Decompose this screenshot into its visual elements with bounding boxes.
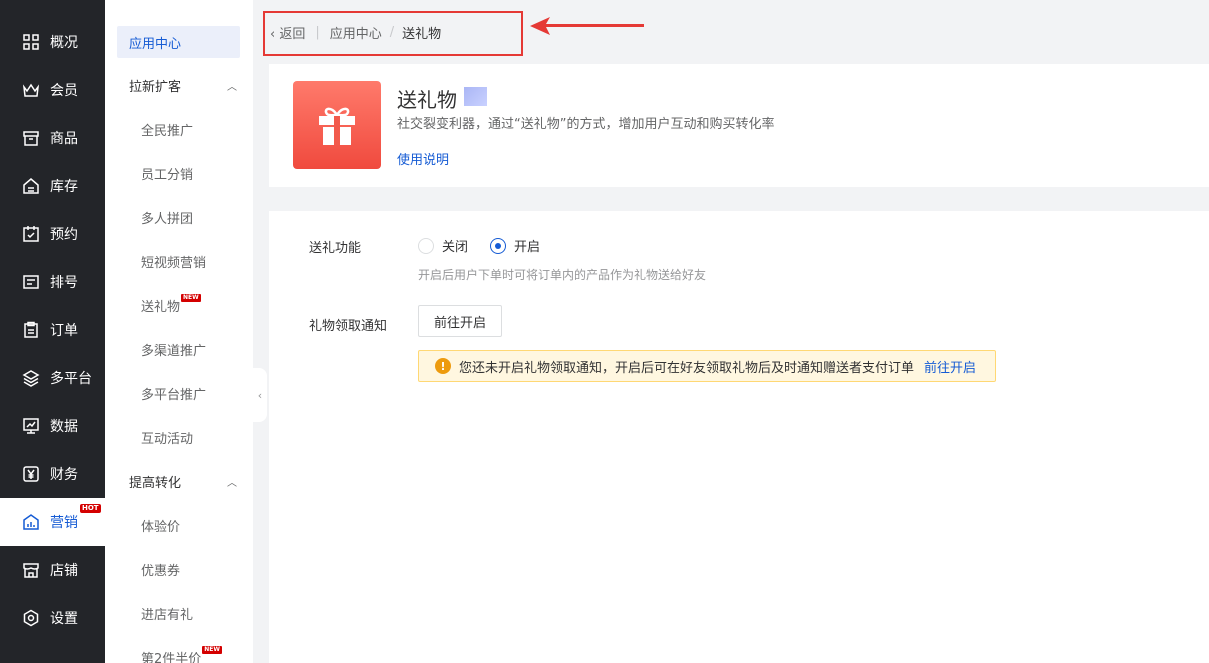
warehouse-icon [22, 177, 40, 195]
nav2-item[interactable]: 多平台推广 [141, 383, 206, 403]
annotation-arrow [530, 17, 644, 35]
nav2-item[interactable]: 互动活动 [141, 427, 193, 447]
notice-enable-link[interactable]: 前往开启 [924, 357, 976, 376]
radio-on[interactable]: 开启 [490, 236, 540, 255]
annotation-highlight-box [263, 11, 523, 56]
usage-guide-link[interactable]: 使用说明 [397, 149, 449, 168]
nav-label: 概况 [50, 35, 78, 51]
data-chart-icon [22, 417, 40, 435]
notice-text: 您还未开启礼物领取通知，开启后可在好友领取礼物后及时通知赠送者支付订单 [459, 360, 915, 376]
nav-data[interactable]: 数据 [0, 402, 105, 450]
nav2-group-acquisition[interactable]: 拉新扩客 ︿ [129, 75, 241, 95]
calendar-check-icon [22, 225, 40, 243]
nav-booking[interactable]: 预约 [0, 210, 105, 258]
new-badge: NEW [202, 646, 223, 654]
nav-label: 数据 [50, 419, 78, 435]
nav2-item[interactable]: 体验价 [141, 515, 180, 535]
nav2-item-label: 第2件半价 [141, 651, 202, 663]
app-description: 社交裂变利器，通过“送礼物”的方式，增加用户互动和购买转化率 [397, 117, 775, 132]
nav2-item[interactable]: 多渠道推广 [141, 339, 206, 359]
radio-on-label: 开启 [514, 240, 541, 255]
collapse-sidebar-button[interactable]: ‹ [253, 368, 267, 422]
nav2-item[interactable]: 短视频营销 [141, 251, 206, 271]
nav-label: 设置 [50, 611, 78, 627]
yen-icon [22, 465, 40, 483]
gift-function-label: 送礼功能 [309, 241, 362, 256]
nav-queue[interactable]: 排号 [0, 258, 105, 306]
nav2-item-label: 送礼物 [141, 299, 181, 315]
notify-label: 礼物领取通知 [309, 319, 388, 334]
storefront-icon [22, 561, 40, 579]
layers-icon [22, 369, 40, 387]
nav-label: 库存 [50, 179, 78, 195]
app-header-card: 送礼物 社交裂变利器，通过“送礼物”的方式，增加用户互动和购买转化率 使用说明 [269, 64, 1209, 187]
nav-settings[interactable]: 设置 [0, 594, 105, 642]
radio-off-circle [418, 237, 434, 254]
nav2-item[interactable]: 进店有礼 [141, 603, 193, 623]
nav2-item[interactable]: 优惠券 [141, 559, 180, 579]
nav-label: 预约 [50, 227, 78, 243]
notice-bar: ! 您还未开启礼物领取通知，开启后可在好友领取礼物后及时通知赠送者支付订单 前往… [418, 350, 996, 382]
chevron-up-icon: ︿ [227, 81, 237, 93]
nav-label: 商品 [50, 131, 78, 147]
group-label: 提高转化 [129, 475, 182, 491]
group-label: 拉新扩客 [129, 79, 182, 95]
nav-store[interactable]: 店铺 [0, 546, 105, 594]
nav2-item[interactable]: 员工分销 [141, 163, 193, 183]
nav-label: 会员 [50, 83, 78, 99]
nav-label: 排号 [50, 275, 78, 291]
nav-label: 店铺 [50, 563, 78, 579]
shop-box-icon [22, 129, 40, 147]
new-badge: NEW [181, 294, 201, 302]
chevron-left-icon: ‹ [257, 388, 263, 402]
marketing-chart-icon [22, 513, 40, 531]
radio-on-circle [490, 237, 506, 254]
nav-finance[interactable]: 财务 [0, 450, 105, 498]
chevron-up-icon: ︿ [227, 477, 237, 489]
nav-label: 营销 [50, 515, 78, 531]
nav-label: 订单 [50, 323, 78, 339]
secondary-sidebar: 应用中心 拉新扩客 ︿ 全民推广 员工分销 多人拼团 短视频营销 送礼物 NEW… [105, 0, 253, 663]
nav2-group-conversion[interactable]: 提高转化 ︿ [129, 471, 241, 491]
settings-card: 送礼功能 关闭 开启 开启后用户下单时可将订单内的产品作为礼物送给好友 礼物领取… [269, 211, 1209, 663]
nav-members[interactable]: 会员 [0, 66, 105, 114]
app-tag [464, 87, 487, 106]
gift-icon [293, 81, 381, 169]
radio-off-label: 关闭 [442, 240, 469, 255]
nav2-item-half-price[interactable]: 第2件半价 NEW [141, 646, 223, 663]
clipboard-icon [22, 321, 40, 339]
nav-products[interactable]: 商品 [0, 114, 105, 162]
nav-multiplatform[interactable]: 多平台 [0, 354, 105, 402]
radio-off[interactable]: 关闭 [418, 236, 468, 255]
nav-label: 财务 [50, 467, 78, 483]
nav-overview[interactable]: 概况 [0, 18, 105, 66]
enable-notify-button[interactable]: 前往开启 [418, 305, 503, 337]
nav-label: 多平台 [50, 371, 92, 387]
nav2-item[interactable]: 全民推广 [141, 119, 193, 139]
warning-icon: ! [435, 358, 451, 374]
crown-icon [22, 81, 40, 99]
nav-inventory[interactable]: 库存 [0, 162, 105, 210]
settings-icon [22, 609, 40, 627]
primary-sidebar: 概况 会员 商品 库存 预约 排号 订单 多平台 数据 财务 营销 HOT 店铺… [0, 0, 105, 663]
nav-orders[interactable]: 订单 [0, 306, 105, 354]
gift-function-hint: 开启后用户下单时可将订单内的产品作为礼物送给好友 [418, 268, 707, 282]
hot-badge: HOT [80, 504, 101, 513]
overview-grid-icon [22, 33, 40, 51]
nav2-app-center[interactable]: 应用中心 [117, 26, 240, 58]
nav-marketing[interactable]: 营销 HOT [0, 498, 105, 546]
app-title: 送礼物 [397, 88, 457, 112]
queue-ticket-icon [22, 273, 40, 291]
nav2-item[interactable]: 多人拼团 [141, 207, 193, 227]
nav2-item-gift[interactable]: 送礼物 NEW [141, 294, 201, 315]
